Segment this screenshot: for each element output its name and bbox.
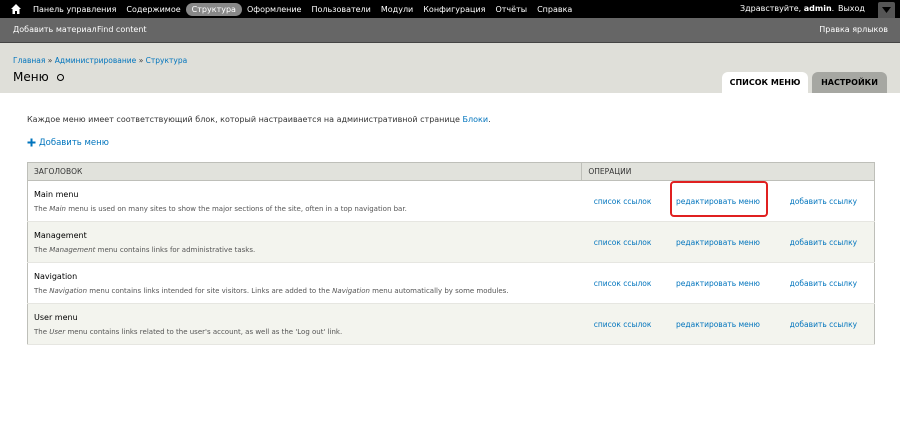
menu-description: The Navigation menu contains links inten…	[34, 286, 509, 295]
logout-link[interactable]: Выход	[838, 4, 865, 13]
blocks-link[interactable]: Блоки	[463, 115, 489, 124]
list-links-link[interactable]: список ссылок	[581, 262, 664, 304]
shortcuts-toggle-button[interactable]	[878, 2, 895, 18]
home-icon[interactable]	[10, 3, 22, 15]
menu-cell: User menu The User menu contains links r…	[27, 303, 582, 345]
toolbar-item-configuration[interactable]: Конфигурация	[418, 4, 490, 15]
toolbar-nav: Панель управления Содержимое Структура О…	[28, 0, 577, 18]
edit-menu-link[interactable]: редактировать меню	[663, 303, 773, 345]
menu-description: The Management menu contains links for a…	[34, 245, 256, 254]
toolbar-item-modules[interactable]: Модули	[376, 4, 418, 15]
menu-cell: Main menu The Main menu is used on many …	[27, 180, 582, 222]
table-row: Management The Management menu contains …	[27, 221, 875, 263]
shortcut-add-content[interactable]: Добавить материал	[13, 25, 97, 34]
menus-table: ЗАГОЛОВОК ОПЕРАЦИИ Main menu The Main me…	[27, 162, 875, 345]
menu-description: The User menu contains links related to …	[34, 327, 343, 336]
add-menu-link[interactable]: Добавить меню	[39, 138, 109, 148]
add-link-link[interactable]: добавить ссылку	[772, 180, 875, 222]
page-title: Меню	[13, 70, 49, 84]
menu-title: Navigation	[34, 271, 78, 281]
breadcrumb-admin[interactable]: Администрирование	[55, 56, 137, 65]
toolbar-item-dashboard[interactable]: Панель управления	[28, 4, 121, 15]
menu-title: User menu	[34, 312, 78, 322]
chevron-down-icon	[882, 7, 891, 13]
user-greeting: Здравствуйте, admin.	[740, 4, 835, 13]
tab-menu-list[interactable]: СПИСОК МЕНЮ	[722, 72, 808, 93]
table-row: Navigation The Navigation menu contains …	[27, 262, 875, 304]
admin-toolbar: Панель управления Содержимое Структура О…	[0, 0, 900, 18]
table-row: Main menu The Main menu is used on many …	[27, 180, 875, 222]
add-link-link[interactable]: добавить ссылку	[772, 303, 875, 345]
edit-menu-link[interactable]: редактировать меню	[663, 221, 773, 263]
toolbar-item-people[interactable]: Пользователи	[306, 4, 375, 15]
list-links-link[interactable]: список ссылок	[581, 221, 664, 263]
breadcrumb: Главная » Администрирование » Структура	[13, 56, 188, 65]
table-header-row: ЗАГОЛОВОК ОПЕРАЦИИ	[27, 162, 875, 181]
menu-cell: Navigation The Navigation menu contains …	[27, 262, 582, 304]
shortcuts-bar: Добавить материал Find content Правка яр…	[0, 18, 900, 43]
toolbar-item-structure[interactable]: Структура	[185, 2, 242, 16]
list-links-link[interactable]: список ссылок	[581, 180, 664, 222]
edit-menu-link[interactable]: редактировать меню	[663, 180, 773, 222]
plus-icon[interactable]	[27, 138, 36, 147]
breadcrumb-structure[interactable]: Структура	[146, 56, 188, 65]
add-link-link[interactable]: добавить ссылку	[772, 262, 875, 304]
table-row: User menu The User menu contains links r…	[27, 303, 875, 345]
breadcrumb-home[interactable]: Главная	[13, 56, 45, 65]
toolbar-item-reports[interactable]: Отчёты	[490, 4, 532, 15]
username-link[interactable]: admin	[804, 4, 832, 13]
menu-title: Management	[34, 230, 87, 240]
menu-description: The Main menu is used on many sites to s…	[34, 204, 407, 213]
toolbar-item-appearance[interactable]: Оформление	[242, 4, 307, 15]
add-shortcut-icon[interactable]	[57, 74, 64, 81]
menu-cell: Management The Management menu contains …	[27, 221, 582, 263]
column-header-operations: ОПЕРАЦИИ	[581, 162, 875, 181]
shortcut-find-content[interactable]: Find content	[97, 25, 147, 34]
edit-shortcuts-link[interactable]: Правка ярлыков	[819, 25, 888, 34]
menu-title: Main menu	[34, 189, 79, 199]
edit-menu-link[interactable]: редактировать меню	[663, 262, 773, 304]
toolbar-item-help[interactable]: Справка	[532, 4, 577, 15]
toolbar-item-content[interactable]: Содержимое	[121, 4, 185, 15]
add-link-link[interactable]: добавить ссылку	[772, 221, 875, 263]
help-text: Каждое меню имеет соответствующий блок, …	[27, 115, 491, 124]
list-links-link[interactable]: список ссылок	[581, 303, 664, 345]
tab-settings[interactable]: НАСТРОЙКИ	[812, 72, 887, 93]
column-header-title: ЗАГОЛОВОК	[27, 162, 582, 181]
